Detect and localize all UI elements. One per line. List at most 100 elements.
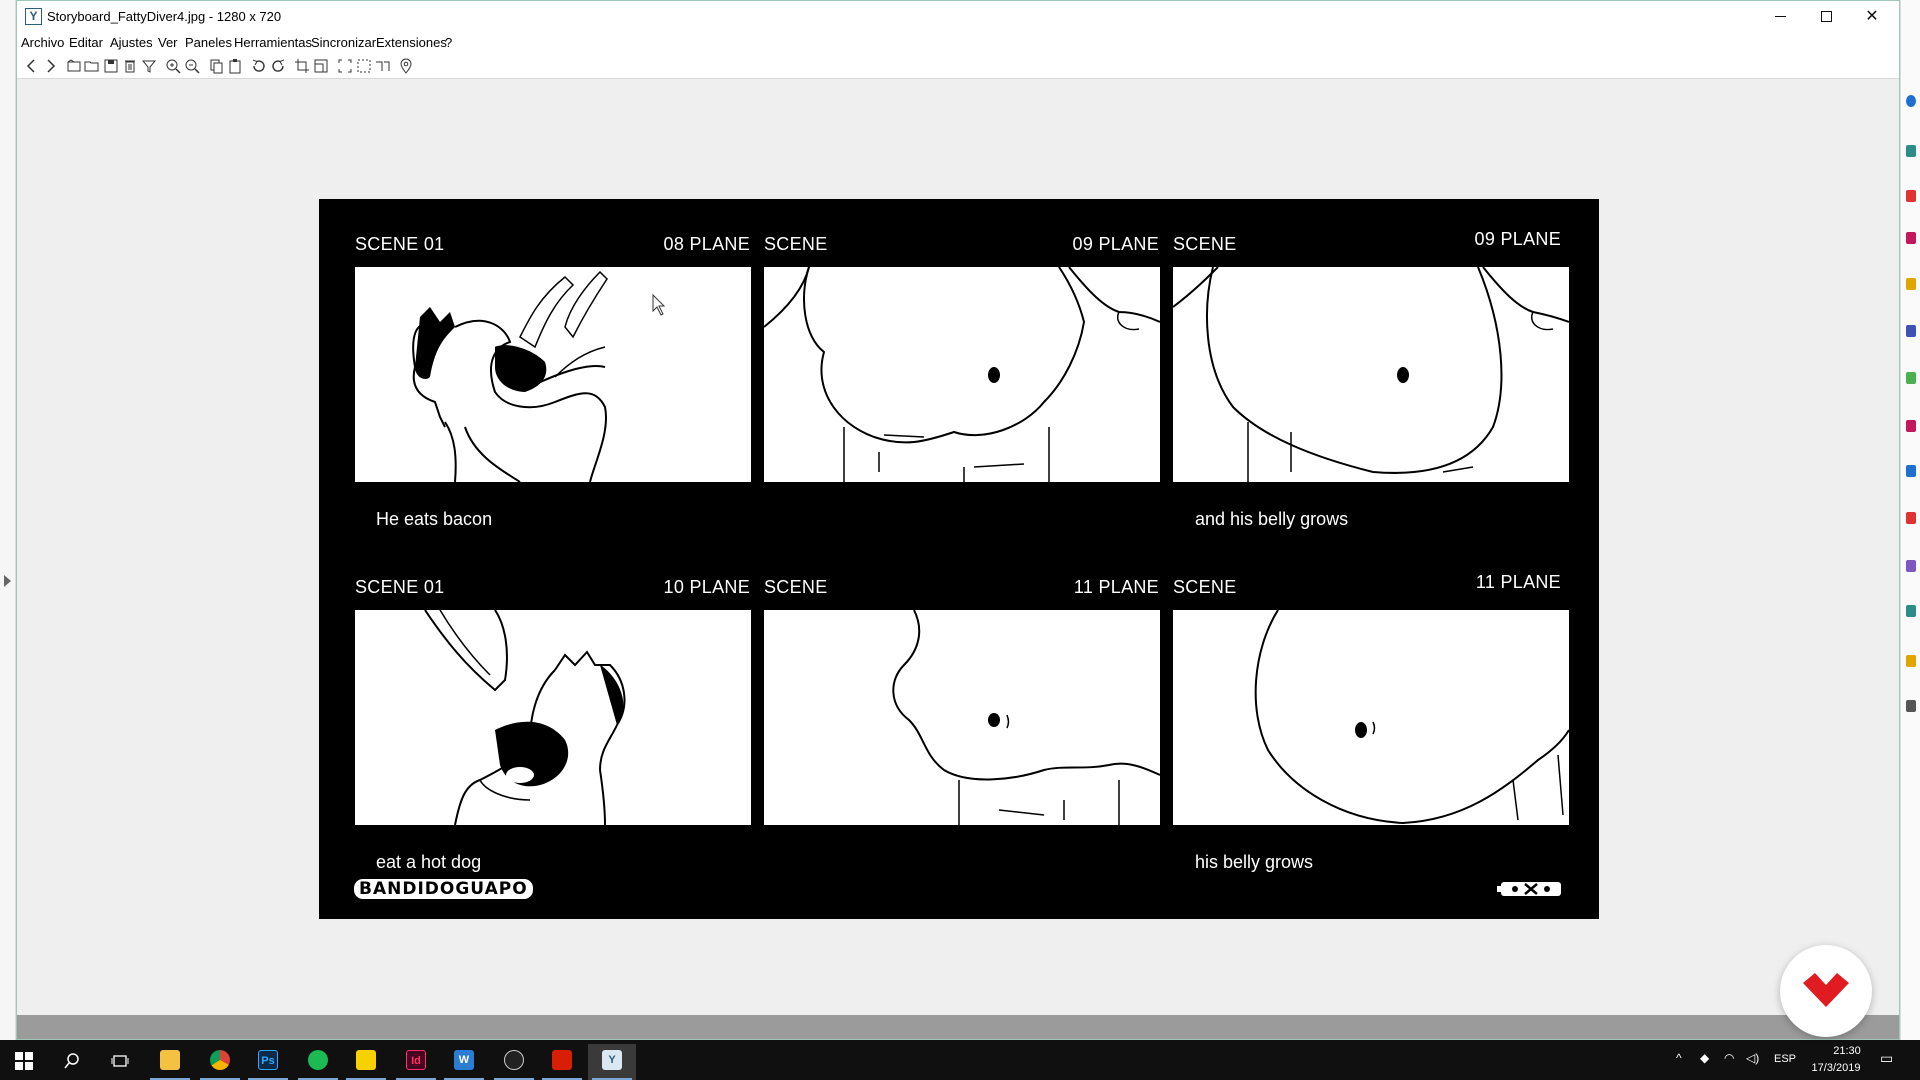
scene-label-2: SCENE xyxy=(764,234,828,254)
scene-label-6: SCENE xyxy=(1173,577,1237,597)
plane-label-1: 08 PLANE xyxy=(663,234,750,254)
save-icon[interactable] xyxy=(102,57,120,75)
image-viewer-icon: Y xyxy=(602,1050,622,1070)
resize-icon[interactable] xyxy=(312,57,330,75)
pink-icon xyxy=(1906,232,1916,244)
menu-ajustes[interactable]: Ajustes xyxy=(110,35,153,50)
clock-time[interactable]: 21:30 xyxy=(1822,1045,1872,1057)
menu-archivo[interactable]: Archivo xyxy=(21,35,64,50)
copy-icon[interactable] xyxy=(207,57,225,75)
indesign-button[interactable]: Id xyxy=(392,1044,440,1080)
forward-arrow-icon[interactable] xyxy=(41,57,59,75)
search-icon xyxy=(64,1053,79,1069)
windows-start-button[interactable] xyxy=(0,1044,48,1080)
clock-date[interactable]: 17/3/2019 xyxy=(1806,1062,1866,1074)
menu-ver[interactable]: Ver xyxy=(158,35,178,50)
crop-icon[interactable] xyxy=(293,57,311,75)
mascot-logo-icon xyxy=(1497,880,1565,898)
image-viewer-taskbar-button[interactable]: Y xyxy=(588,1044,636,1080)
indesign-icon: Id xyxy=(406,1050,426,1070)
storyboard-panel-4 xyxy=(355,610,751,825)
taskbar: Ps Id W Y ^ ◆ ◠ ◁) ESP 21:30 17/3/2019 ▭ xyxy=(0,1040,1920,1080)
maximize-icon xyxy=(1820,11,1832,23)
title-bar[interactable]: Y Storyboard_FattyDiver4.jpg - 1280 x 72… xyxy=(17,1,1899,33)
caption-3: and his belly grows xyxy=(1195,509,1349,529)
obs-button[interactable] xyxy=(490,1044,538,1080)
acrobat-button[interactable] xyxy=(538,1044,586,1080)
expand-arrow-icon[interactable] xyxy=(4,575,11,587)
menu-paneles[interactable]: Paneles xyxy=(185,35,232,50)
obs-icon xyxy=(504,1050,524,1070)
sticky-notes-button[interactable] xyxy=(342,1044,390,1080)
filter-icon[interactable] xyxy=(140,57,158,75)
menu-bar: Archivo Editar Ajustes Ver Paneles Herra… xyxy=(17,33,1899,53)
caption-1: He eats bacon xyxy=(376,509,493,529)
window-title: Storyboard_FattyDiver4.jpg - 1280 x 720 xyxy=(47,9,282,24)
floating-channel-badge[interactable] xyxy=(1780,945,1872,1037)
image-viewport[interactable]: SCENE 01 08 PLANE SCENE 09 PLANE SCENE 0… xyxy=(17,79,1899,1015)
app-icon: Y xyxy=(25,8,42,25)
green-icon xyxy=(1906,372,1916,384)
menu-herramientas[interactable]: Herramientas xyxy=(234,35,312,50)
spotify-button[interactable] xyxy=(294,1044,342,1080)
folder-icon[interactable] xyxy=(83,57,101,75)
teal-square-icon xyxy=(1906,605,1916,617)
file-explorer-icon xyxy=(160,1050,180,1070)
maximize-button[interactable] xyxy=(1803,1,1849,33)
storyboard-panel-5 xyxy=(764,610,1160,825)
back-arrow-icon[interactable] xyxy=(23,57,41,75)
select-dashed-icon[interactable] xyxy=(355,57,373,75)
paste-icon[interactable] xyxy=(226,57,244,75)
minimize-button[interactable] xyxy=(1757,1,1803,33)
spotify-icon xyxy=(308,1050,328,1070)
rotate-left-icon[interactable] xyxy=(250,57,268,75)
photoshop-icon: Ps xyxy=(258,1050,278,1070)
teal-icon xyxy=(1906,145,1916,157)
windows-start-icon xyxy=(15,1052,33,1070)
chrome-button[interactable] xyxy=(196,1044,244,1080)
blue-icon xyxy=(1906,465,1916,477)
close-icon: ✕ xyxy=(1865,8,1879,25)
word-button[interactable]: W xyxy=(440,1044,488,1080)
word-icon: W xyxy=(454,1050,474,1070)
storyboard-panel-6 xyxy=(1173,610,1569,825)
photoshop-button[interactable]: Ps xyxy=(244,1044,292,1080)
language-indicator[interactable]: ESP xyxy=(1774,1053,1796,1065)
menu-extensiones[interactable]: Extensiones xyxy=(376,35,447,50)
storyboard-panel-3 xyxy=(1173,267,1569,482)
search-button[interactable] xyxy=(48,1044,96,1080)
background-app-strip xyxy=(1900,0,1920,1040)
chrome-icon xyxy=(210,1050,230,1070)
toolbar xyxy=(17,53,1899,79)
location-pin-icon[interactable] xyxy=(397,57,415,75)
scene-label-4: SCENE 01 xyxy=(355,577,445,597)
select-icon[interactable] xyxy=(336,57,354,75)
plane-label-5: 11 PLANE xyxy=(1073,577,1159,597)
menu-help[interactable]: ? xyxy=(445,35,452,50)
wifi-icon[interactable]: ◠ xyxy=(1724,1051,1734,1065)
tray-chevron-up-icon[interactable]: ^ xyxy=(1676,1051,1682,1065)
dropbox-tray-icon[interactable]: ◆ xyxy=(1700,1051,1709,1065)
plane-label-6: 11 PLANE xyxy=(1475,572,1561,592)
zoom-out-icon[interactable] xyxy=(183,57,201,75)
volume-icon[interactable]: ◁) xyxy=(1746,1051,1759,1065)
straighten-icon[interactable] xyxy=(374,57,392,75)
magenta-icon xyxy=(1906,420,1916,432)
notifications-icon[interactable]: ▭ xyxy=(1880,1050,1893,1067)
menu-sincronizar[interactable]: Sincronizar xyxy=(311,35,376,50)
indigo-icon xyxy=(1906,325,1916,337)
status-bar xyxy=(17,1015,1899,1039)
rotate-right-icon[interactable] xyxy=(269,57,287,75)
file-explorer-button[interactable] xyxy=(146,1044,194,1080)
blue-circle-icon xyxy=(1906,95,1916,107)
zoom-in-icon[interactable] xyxy=(164,57,182,75)
delete-icon[interactable] xyxy=(121,57,139,75)
scene-label-5: SCENE xyxy=(764,577,828,597)
open-folder-icon[interactable] xyxy=(65,57,83,75)
image-viewer-window: Y Storyboard_FattyDiver4.jpg - 1280 x 72… xyxy=(16,0,1900,1040)
task-view-button[interactable] xyxy=(96,1044,144,1080)
close-button[interactable]: ✕ xyxy=(1849,1,1895,33)
task-view-icon xyxy=(111,1055,129,1067)
menu-editar[interactable]: Editar xyxy=(69,35,103,50)
storyboard-image: SCENE 01 08 PLANE SCENE 09 PLANE SCENE 0… xyxy=(319,199,1599,919)
